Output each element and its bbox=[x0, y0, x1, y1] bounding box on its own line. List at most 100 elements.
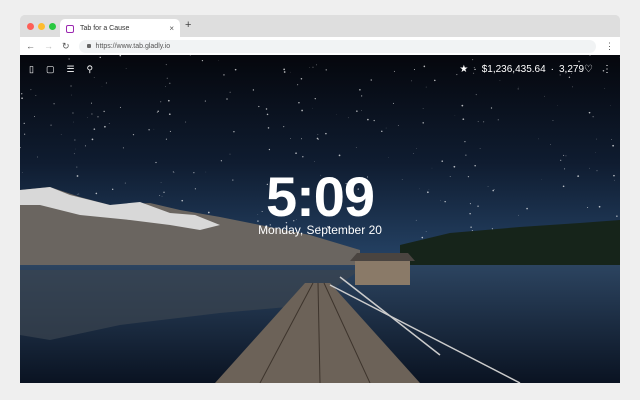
star bbox=[148, 129, 150, 131]
star bbox=[91, 138, 94, 141]
minimize-window-button[interactable] bbox=[38, 23, 45, 30]
star bbox=[413, 69, 416, 71]
star bbox=[490, 107, 493, 109]
star bbox=[252, 89, 255, 91]
separator: · bbox=[550, 64, 554, 75]
star bbox=[21, 97, 23, 100]
star bbox=[483, 121, 485, 123]
clock-time: 5:09 bbox=[265, 165, 375, 228]
star bbox=[266, 113, 269, 116]
star bbox=[392, 102, 394, 104]
star bbox=[433, 79, 436, 82]
star bbox=[475, 94, 477, 96]
star bbox=[30, 89, 32, 91]
close-tab-icon[interactable]: × bbox=[169, 24, 174, 33]
star bbox=[316, 64, 317, 66]
star bbox=[422, 108, 424, 109]
star bbox=[21, 93, 23, 95]
star bbox=[550, 144, 551, 145]
star bbox=[461, 104, 464, 107]
star bbox=[359, 89, 361, 91]
star bbox=[325, 69, 327, 71]
star bbox=[233, 131, 235, 133]
hearts-count[interactable]: 3,279 bbox=[559, 64, 584, 75]
chat-icon[interactable]: ▢ bbox=[46, 64, 55, 75]
star bbox=[226, 98, 228, 100]
star bbox=[103, 110, 105, 113]
star bbox=[122, 147, 124, 149]
star bbox=[361, 95, 363, 97]
star bbox=[229, 153, 231, 155]
star bbox=[302, 156, 304, 158]
star bbox=[223, 74, 225, 76]
new-tab-page: ▯ ▢ ☰ ⚲ ★ · $1,236,435.64 · 3,279 ♡ ⋮ 5:… bbox=[20, 55, 620, 383]
star bbox=[298, 102, 300, 104]
star bbox=[229, 91, 231, 93]
star bbox=[411, 80, 413, 82]
tab-active[interactable]: Tab for a Cause × bbox=[60, 19, 180, 38]
star bbox=[91, 113, 93, 115]
star bbox=[167, 99, 170, 102]
star bbox=[456, 74, 458, 76]
tab-bar: Tab for a Cause × + bbox=[20, 15, 620, 38]
star bbox=[499, 80, 501, 81]
reload-button[interactable]: ↻ bbox=[62, 41, 70, 52]
star bbox=[472, 59, 474, 61]
star bbox=[290, 138, 291, 139]
star bbox=[71, 94, 72, 96]
star bbox=[90, 102, 93, 104]
back-button[interactable]: ← bbox=[26, 41, 35, 51]
star bbox=[185, 121, 187, 123]
star bbox=[563, 154, 565, 156]
close-window-button[interactable] bbox=[27, 23, 34, 30]
star bbox=[84, 145, 86, 147]
star bbox=[169, 130, 171, 132]
star bbox=[60, 134, 62, 135]
star bbox=[73, 153, 75, 155]
star bbox=[93, 77, 95, 78]
star bbox=[87, 117, 88, 118]
star bbox=[479, 148, 481, 150]
star bbox=[312, 66, 314, 68]
tab-favicon-icon bbox=[66, 24, 74, 33]
star bbox=[295, 152, 297, 154]
star bbox=[97, 116, 99, 118]
search-icon[interactable]: ⚲ bbox=[87, 64, 94, 75]
star bbox=[397, 125, 399, 126]
star bbox=[441, 160, 444, 162]
star bbox=[367, 118, 369, 121]
star bbox=[370, 79, 372, 81]
star bbox=[132, 134, 135, 136]
star bbox=[356, 110, 358, 112]
star bbox=[234, 68, 237, 71]
star bbox=[544, 95, 545, 97]
address-bar[interactable]: https://www.tab.gladly.io bbox=[78, 39, 596, 53]
forward-button[interactable]: → bbox=[44, 41, 53, 51]
star bbox=[157, 110, 159, 113]
tab-title: Tab for a Cause bbox=[80, 25, 130, 32]
list-icon[interactable]: ☰ bbox=[66, 64, 74, 75]
star bbox=[53, 103, 55, 105]
star bbox=[125, 68, 127, 69]
browser-menu-button[interactable]: ⋮ bbox=[605, 41, 614, 52]
left-toolbar: ▯ ▢ ☰ ⚲ bbox=[29, 64, 93, 75]
star bbox=[72, 112, 74, 114]
star bbox=[416, 148, 417, 149]
new-tab-button[interactable]: + bbox=[185, 19, 191, 31]
star bbox=[313, 161, 315, 162]
star bbox=[578, 60, 580, 63]
star-icon[interactable]: ★ bbox=[459, 64, 468, 75]
settings-menu-icon[interactable]: ⋮ bbox=[602, 64, 612, 75]
bookmark-icon[interactable]: ▯ bbox=[29, 64, 34, 75]
star bbox=[160, 101, 162, 103]
maximize-window-button[interactable] bbox=[49, 23, 56, 30]
star bbox=[258, 105, 260, 108]
heart-icon[interactable]: ♡ bbox=[584, 64, 593, 75]
url-text: https://www.tab.gladly.io bbox=[95, 42, 171, 50]
star bbox=[361, 110, 363, 111]
star bbox=[611, 139, 612, 141]
star bbox=[165, 64, 167, 66]
money-raised[interactable]: $1,236,435.64 bbox=[482, 64, 546, 75]
star bbox=[297, 84, 299, 86]
star bbox=[317, 134, 319, 136]
